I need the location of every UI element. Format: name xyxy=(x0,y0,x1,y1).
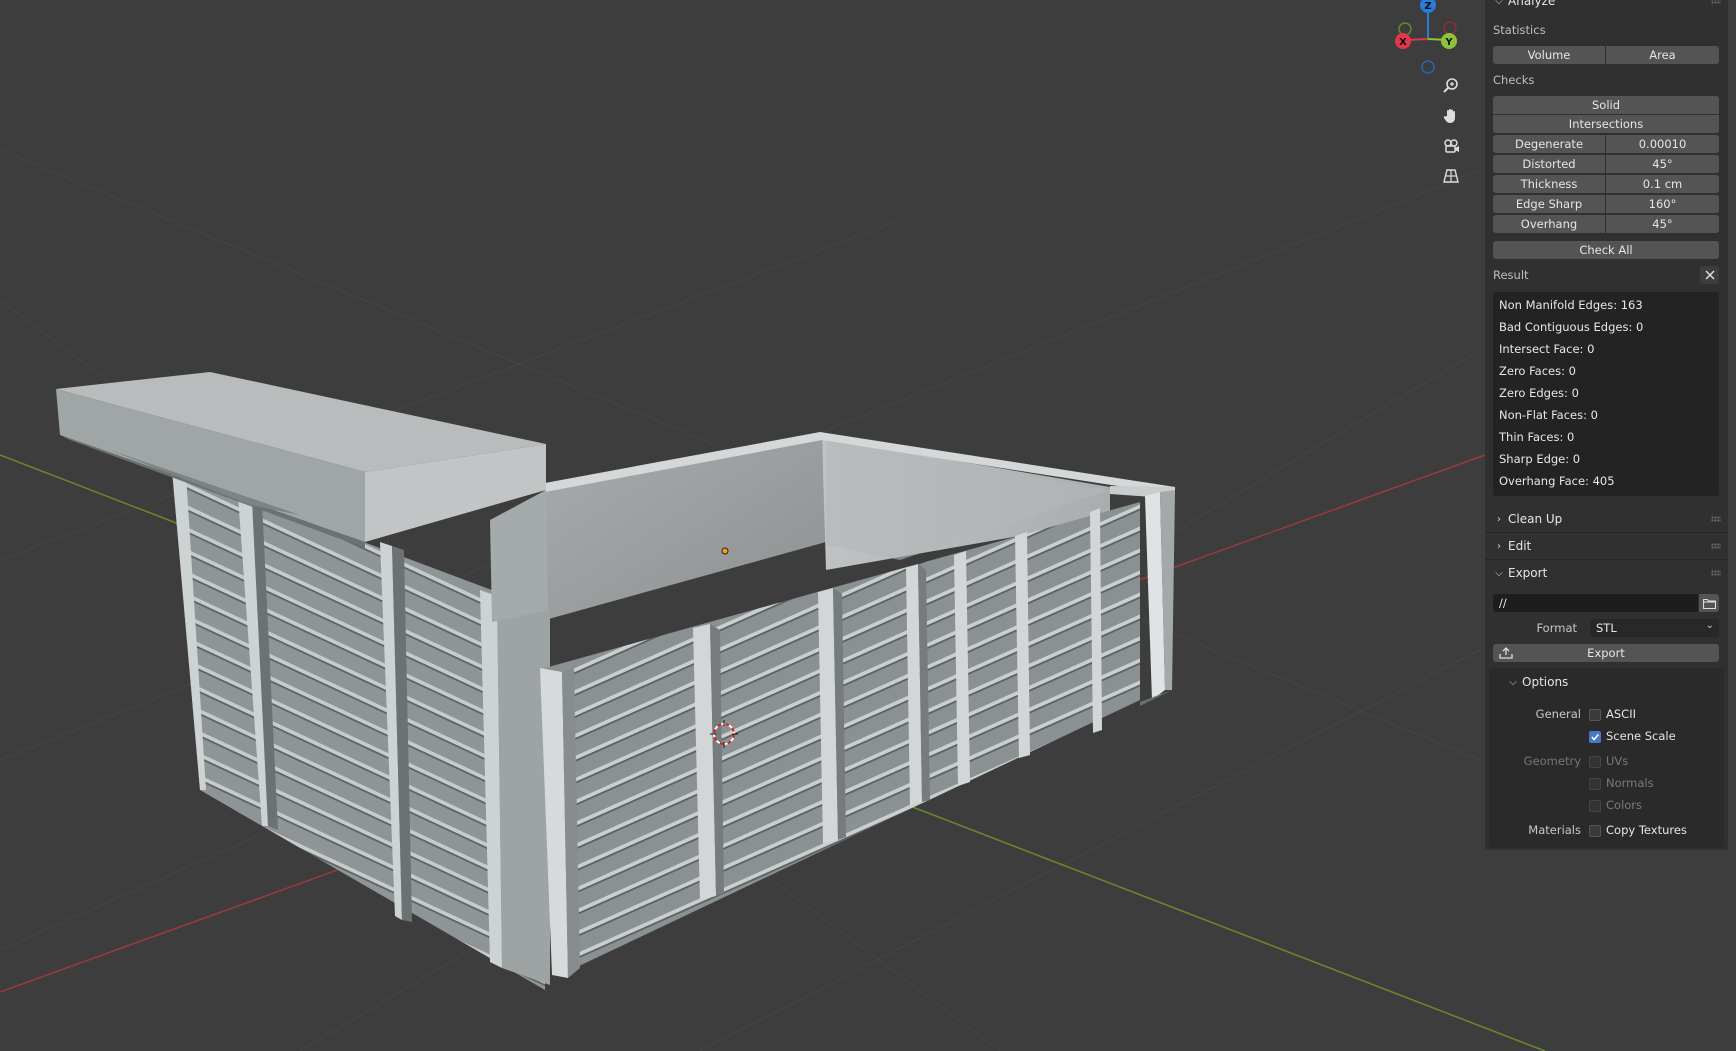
gizmo-z-label: Z xyxy=(1424,1,1431,12)
format-dropdown[interactable]: STL ⌄ xyxy=(1590,619,1719,637)
format-value: STL xyxy=(1596,621,1617,635)
thickness-field[interactable]: 0.1 cm xyxy=(1606,175,1719,193)
result-item[interactable]: Thin Faces: 0 xyxy=(1499,430,1574,444)
result-list: Non Manifold Edges: 163 Bad Contiguous E… xyxy=(1493,292,1719,496)
result-item[interactable]: Zero Faces: 0 xyxy=(1499,364,1576,378)
close-icon xyxy=(1704,270,1715,280)
checks-label: Checks xyxy=(1493,73,1535,87)
area-button[interactable]: Area xyxy=(1606,46,1719,64)
export-section-header[interactable]: ⌵ Export xyxy=(1493,565,1723,581)
drag-grip-icon[interactable] xyxy=(1711,0,1721,4)
hand-pan-icon xyxy=(1443,109,1455,123)
general-label: General xyxy=(1535,707,1581,721)
thickness-label[interactable]: Thickness xyxy=(1493,175,1605,193)
result-item[interactable]: Non Manifold Edges: 163 xyxy=(1499,298,1643,312)
edit-title: Edit xyxy=(1508,539,1532,553)
options-header[interactable]: ⌵ Options xyxy=(1507,674,1736,690)
3d-viewport[interactable]: Z X Y xyxy=(0,0,1736,1051)
chevron-down-icon: ⌵ xyxy=(1495,567,1503,579)
result-label: Result xyxy=(1493,268,1529,282)
camera-icon xyxy=(1444,139,1459,153)
normals-checkbox[interactable] xyxy=(1589,778,1601,790)
zoom-icon xyxy=(1443,78,1458,93)
drag-grip-icon[interactable] xyxy=(1711,543,1721,549)
export-path-input[interactable]: // xyxy=(1493,594,1698,612)
format-label: Format xyxy=(1536,621,1577,635)
3d-print-toolbox-panel: ⌵ Analyze Statistics Volume Area Checks … xyxy=(1485,0,1728,850)
pan-button[interactable] xyxy=(1442,107,1468,133)
overhang-field[interactable]: 45° xyxy=(1606,215,1719,233)
materials-label: Materials xyxy=(1528,823,1581,837)
overhang-label[interactable]: Overhang xyxy=(1493,215,1605,233)
chevron-right-icon: › xyxy=(1497,540,1501,552)
scene-scale-checkbox[interactable] xyxy=(1589,731,1601,743)
checkmark-icon xyxy=(1591,733,1600,741)
chevron-down-icon: ⌵ xyxy=(1495,0,1503,7)
viewport-scene: Z X Y xyxy=(0,0,1546,1051)
perspective-toggle-button[interactable] xyxy=(1442,167,1468,193)
normals-label[interactable]: Normals xyxy=(1606,776,1654,790)
export-title: Export xyxy=(1508,566,1548,580)
crate-model[interactable] xyxy=(56,372,1175,990)
analyze-title: Analyze xyxy=(1508,0,1556,8)
gizmo-y-label: Y xyxy=(1444,37,1453,48)
result-item[interactable]: Sharp Edge: 0 xyxy=(1499,452,1580,466)
statistics-label: Statistics xyxy=(1493,23,1546,37)
drag-grip-icon[interactable] xyxy=(1711,570,1721,576)
distorted-field[interactable]: 45° xyxy=(1606,155,1719,173)
edge-sharp-field[interactable]: 160° xyxy=(1606,195,1719,213)
clean-up-section-header[interactable]: › Clean Up xyxy=(1493,511,1723,527)
file-browse-button[interactable] xyxy=(1699,594,1719,612)
distorted-label[interactable]: Distorted xyxy=(1493,155,1605,173)
geometry-label: Geometry xyxy=(1523,754,1581,768)
intersections-button[interactable]: Intersections xyxy=(1493,115,1719,133)
clean-up-title: Clean Up xyxy=(1508,512,1563,526)
clear-result-button[interactable] xyxy=(1700,266,1719,284)
divider xyxy=(1485,559,1728,560)
scene-scale-label[interactable]: Scene Scale xyxy=(1606,729,1676,743)
copy-textures-label[interactable]: Copy Textures xyxy=(1606,823,1687,837)
navigation-gizmo[interactable]: Z X Y xyxy=(1395,0,1457,74)
copy-textures-checkbox[interactable] xyxy=(1589,825,1601,837)
drag-grip-icon[interactable] xyxy=(1711,516,1721,522)
chevron-down-icon: ⌵ xyxy=(1509,676,1517,688)
camera-view-button[interactable] xyxy=(1442,137,1468,163)
colors-checkbox[interactable] xyxy=(1589,800,1601,812)
divider xyxy=(1485,532,1728,533)
ascii-label[interactable]: ASCII xyxy=(1606,707,1636,721)
options-subpanel: ⌵ Options General ASCII Scene Scale Geom… xyxy=(1489,668,1724,848)
options-title: Options xyxy=(1522,675,1569,689)
volume-button[interactable]: Volume xyxy=(1493,46,1605,64)
uvs-label[interactable]: UVs xyxy=(1606,754,1628,768)
result-item[interactable]: Zero Edges: 0 xyxy=(1499,386,1579,400)
grid-perspective-icon xyxy=(1443,169,1459,183)
edit-section-header[interactable]: › Edit xyxy=(1493,538,1723,554)
export-path-value: // xyxy=(1499,596,1507,610)
gizmo-x-label: X xyxy=(1399,37,1407,48)
export-icon xyxy=(1499,647,1513,659)
uvs-checkbox[interactable] xyxy=(1589,756,1601,768)
export-button-label: Export xyxy=(1587,646,1625,660)
export-button[interactable]: Export xyxy=(1493,644,1719,662)
result-item[interactable]: Non-Flat Faces: 0 xyxy=(1499,408,1598,422)
folder-icon xyxy=(1702,598,1716,609)
degenerate-label[interactable]: Degenerate xyxy=(1493,135,1605,153)
result-item[interactable]: Intersect Face: 0 xyxy=(1499,342,1594,356)
zoom-button[interactable] xyxy=(1442,77,1468,103)
object-origin[interactable] xyxy=(721,547,729,555)
solid-button[interactable]: Solid xyxy=(1493,96,1719,114)
analyze-section-header[interactable]: ⌵ Analyze xyxy=(1493,0,1723,9)
chevron-right-icon: › xyxy=(1497,513,1501,525)
check-all-button[interactable]: Check All xyxy=(1493,241,1719,259)
degenerate-field[interactable]: 0.00010 xyxy=(1606,135,1719,153)
edge-sharp-label[interactable]: Edge Sharp xyxy=(1493,195,1605,213)
result-item[interactable]: Bad Contiguous Edges: 0 xyxy=(1499,320,1643,334)
chevron-down-icon: ⌄ xyxy=(1705,620,1714,631)
colors-label[interactable]: Colors xyxy=(1606,798,1642,812)
result-item[interactable]: Overhang Face: 405 xyxy=(1499,474,1615,488)
ascii-checkbox[interactable] xyxy=(1589,709,1601,721)
